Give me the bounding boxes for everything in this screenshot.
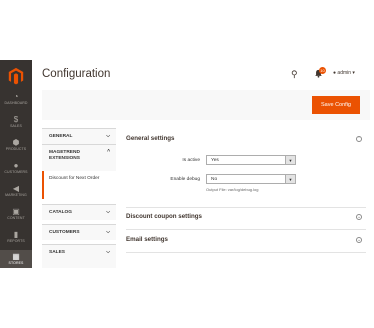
divider — [126, 207, 366, 208]
sidebar-item-content[interactable]: ▣ CONTENT — [0, 207, 32, 225]
enable-debug-value: No — [211, 177, 218, 182]
tab-catalog[interactable]: CATALOG ⌵ — [42, 204, 116, 220]
tab-catalog-label: CATALOG — [49, 210, 73, 215]
sidebar-item-stores[interactable]: ▦ STORES — [0, 250, 32, 268]
tab-customers-label: CUSTOMERS — [49, 230, 80, 235]
page-actions-bar: Save Config — [42, 90, 370, 120]
user-icon: ● — [13, 161, 19, 170]
page-title: Configuration — [42, 68, 111, 80]
section-discount-coupon-settings[interactable]: Discount coupon settings ⌄ — [126, 213, 366, 223]
bar-chart-icon: ▮ — [13, 230, 19, 239]
section-email-title: Email settings — [126, 236, 168, 243]
sidebar-item-customers[interactable]: ● CUSTOMERS — [0, 161, 32, 179]
tab-subitem-label: Discount for Next Order — [49, 176, 100, 181]
section-email-settings[interactable]: Email settings ⌄ — [126, 236, 366, 246]
admin-sidebar: ◔ DASHBOARD $ SALES ⬢ PRODUCTS ● CUSTOME… — [0, 60, 32, 268]
tab-general[interactable]: GENERAL ⌵ — [42, 128, 116, 144]
chevron-down-icon: ⌵ — [106, 209, 110, 215]
collapse-icon[interactable]: ⌃ — [356, 136, 362, 142]
megaphone-icon: ◀ — [12, 184, 20, 193]
tab-magetrend-label: MAGETREND EXTENSIONS — [49, 150, 80, 161]
notification-badge: 10 — [319, 67, 326, 74]
chevron-down-icon: ⌵ — [106, 249, 110, 255]
expand-icon[interactable]: ⌄ — [356, 214, 362, 220]
section-discount-title: Discount coupon settings — [126, 213, 202, 220]
chevron-down-icon: ▼ — [285, 175, 295, 183]
sidebar-item-dashboard[interactable]: ◔ DASHBOARD — [0, 92, 32, 110]
page-content: Configuration ⚲ 10 ● admin ▾ Save Config… — [32, 60, 374, 268]
sidebar-item-marketing[interactable]: ◀ MARKETING — [0, 184, 32, 202]
dashboard-icon: ◔ — [13, 92, 19, 101]
divider — [126, 252, 366, 253]
chevron-down-icon: ▼ — [285, 156, 295, 164]
dollar-icon: $ — [13, 115, 19, 124]
sidebar-item-reports[interactable]: ▮ REPORTS — [0, 230, 32, 248]
user-icon: ● — [333, 70, 337, 76]
tab-sales[interactable]: SALES ⌵ — [42, 244, 116, 268]
expand-icon[interactable]: ⌄ — [356, 237, 362, 243]
tab-sales-label: SALES — [49, 250, 65, 255]
tab-magetrend-extensions[interactable]: MAGETREND EXTENSIONS ^ — [42, 144, 116, 171]
sidebar-item-sales[interactable]: $ SALES — [0, 115, 32, 133]
is-active-label: Is active — [182, 158, 200, 163]
save-config-button[interactable]: Save Config — [312, 96, 360, 114]
tab-discount-next-order[interactable]: Discount for Next Order — [42, 171, 116, 199]
user-name: admin ▾ — [337, 70, 355, 76]
is-active-select[interactable]: Yes ▼ — [206, 155, 296, 165]
box-icon: ⬢ — [12, 138, 20, 147]
enable-debug-label: Enable debug — [170, 177, 200, 182]
section-general-settings[interactable]: General settings ⌃ — [126, 135, 366, 145]
user-menu[interactable]: ● admin ▾ — [333, 70, 355, 76]
store-icon: ▦ — [12, 252, 20, 261]
enable-debug-select[interactable]: No ▼ — [206, 174, 296, 184]
section-general-title: General settings — [126, 135, 175, 142]
chevron-down-icon: ⌵ — [106, 229, 110, 235]
sidebar-item-products[interactable]: ⬢ PRODUCTS — [0, 138, 32, 156]
chevron-down-icon: ⌵ — [106, 133, 110, 139]
magento-logo[interactable] — [7, 67, 25, 85]
is-active-value: Yes — [211, 158, 219, 163]
divider — [126, 229, 366, 230]
debug-note: Output File: var/log/debug.log — [206, 187, 259, 192]
tab-customers[interactable]: CUSTOMERS ⌵ — [42, 224, 116, 240]
tab-general-label: GENERAL — [49, 134, 73, 139]
chevron-up-icon: ^ — [107, 149, 110, 155]
search-icon[interactable]: ⚲ — [291, 69, 298, 80]
admin-frame: ◔ DASHBOARD $ SALES ⬢ PRODUCTS ● CUSTOME… — [0, 60, 374, 268]
layout-icon: ▣ — [12, 207, 20, 216]
